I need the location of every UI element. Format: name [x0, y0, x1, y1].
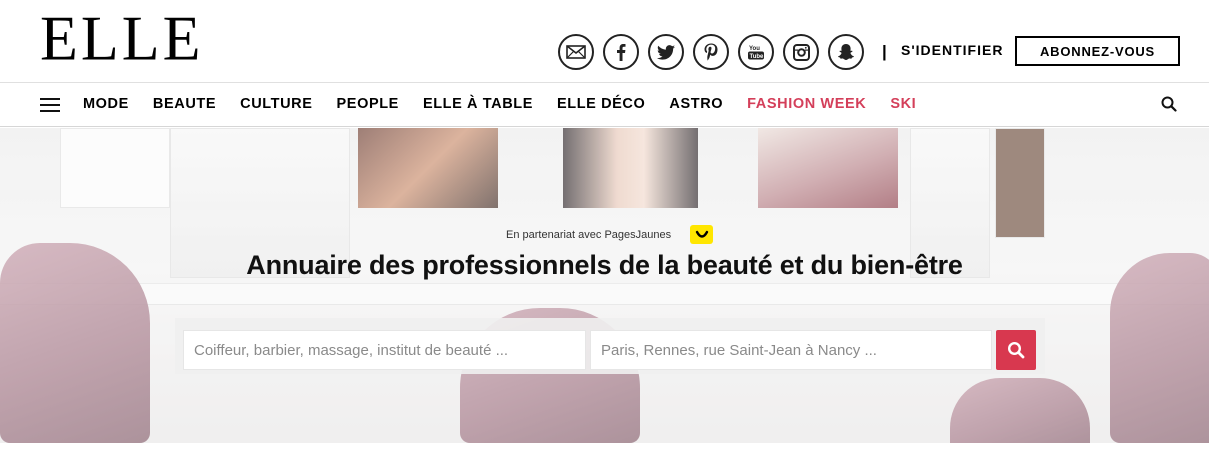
nav-item-culture[interactable]: CULTURE [240, 96, 312, 112]
login-link[interactable]: S'IDENTIFIER [901, 42, 1003, 58]
nav-item-ski[interactable]: SKI [890, 96, 916, 112]
svg-text:You: You [749, 46, 760, 52]
nav-item-elle-a-table[interactable]: ELLE À TABLE [423, 96, 533, 112]
pagesjaunes-logo-icon [690, 225, 713, 244]
search-icon[interactable] [1161, 96, 1177, 117]
snapchat-icon[interactable] [828, 34, 864, 70]
directory-search: Coiffeur, barbier, massage, institut de … [175, 318, 1045, 374]
partner-text: En partenariat avec PagesJaunes [506, 229, 672, 241]
hero-banner: En partenariat avec PagesJaunes Annuaire… [0, 128, 1209, 443]
header-divider: | [882, 42, 887, 61]
nav-item-elle-deco[interactable]: ELLE DÉCO [557, 96, 645, 112]
nav-item-astro[interactable]: ASTRO [669, 96, 723, 112]
directory-title: Annuaire des professionnels de la beauté… [246, 250, 963, 280]
main-nav: MODE BEAUTE CULTURE PEOPLE ELLE À TABLE … [0, 82, 1209, 127]
pinterest-icon[interactable] [693, 34, 729, 70]
menu-icon[interactable] [40, 98, 60, 112]
nav-item-people[interactable]: PEOPLE [337, 96, 399, 112]
nav-item-fashion-week[interactable]: FASHION WEEK [747, 96, 866, 112]
location-search-input[interactable]: Paris, Rennes, rue Saint-Jean à Nancy ..… [590, 330, 992, 370]
social-links: You Tube [558, 34, 864, 70]
search-button-icon [1007, 341, 1025, 359]
search-button[interactable] [996, 330, 1036, 370]
site-header: ELLE You Tube | S'IDENTIFIER ABONNEZ-VOUS [0, 0, 1209, 82]
instagram-icon[interactable] [783, 34, 819, 70]
activity-search-input[interactable]: Coiffeur, barbier, massage, institut de … [183, 330, 586, 370]
nav-item-beaute[interactable]: BEAUTE [153, 96, 216, 112]
nav-items: MODE BEAUTE CULTURE PEOPLE ELLE À TABLE … [83, 96, 940, 112]
svg-text:Tube: Tube [750, 54, 765, 60]
twitter-icon[interactable] [648, 34, 684, 70]
nav-item-mode[interactable]: MODE [83, 96, 129, 112]
newsletter-icon[interactable] [558, 34, 594, 70]
elle-logo[interactable]: ELLE [40, 5, 204, 72]
youtube-icon[interactable]: You Tube [738, 34, 774, 70]
facebook-icon[interactable] [603, 34, 639, 70]
subscribe-button[interactable]: ABONNEZ-VOUS [1015, 36, 1180, 66]
